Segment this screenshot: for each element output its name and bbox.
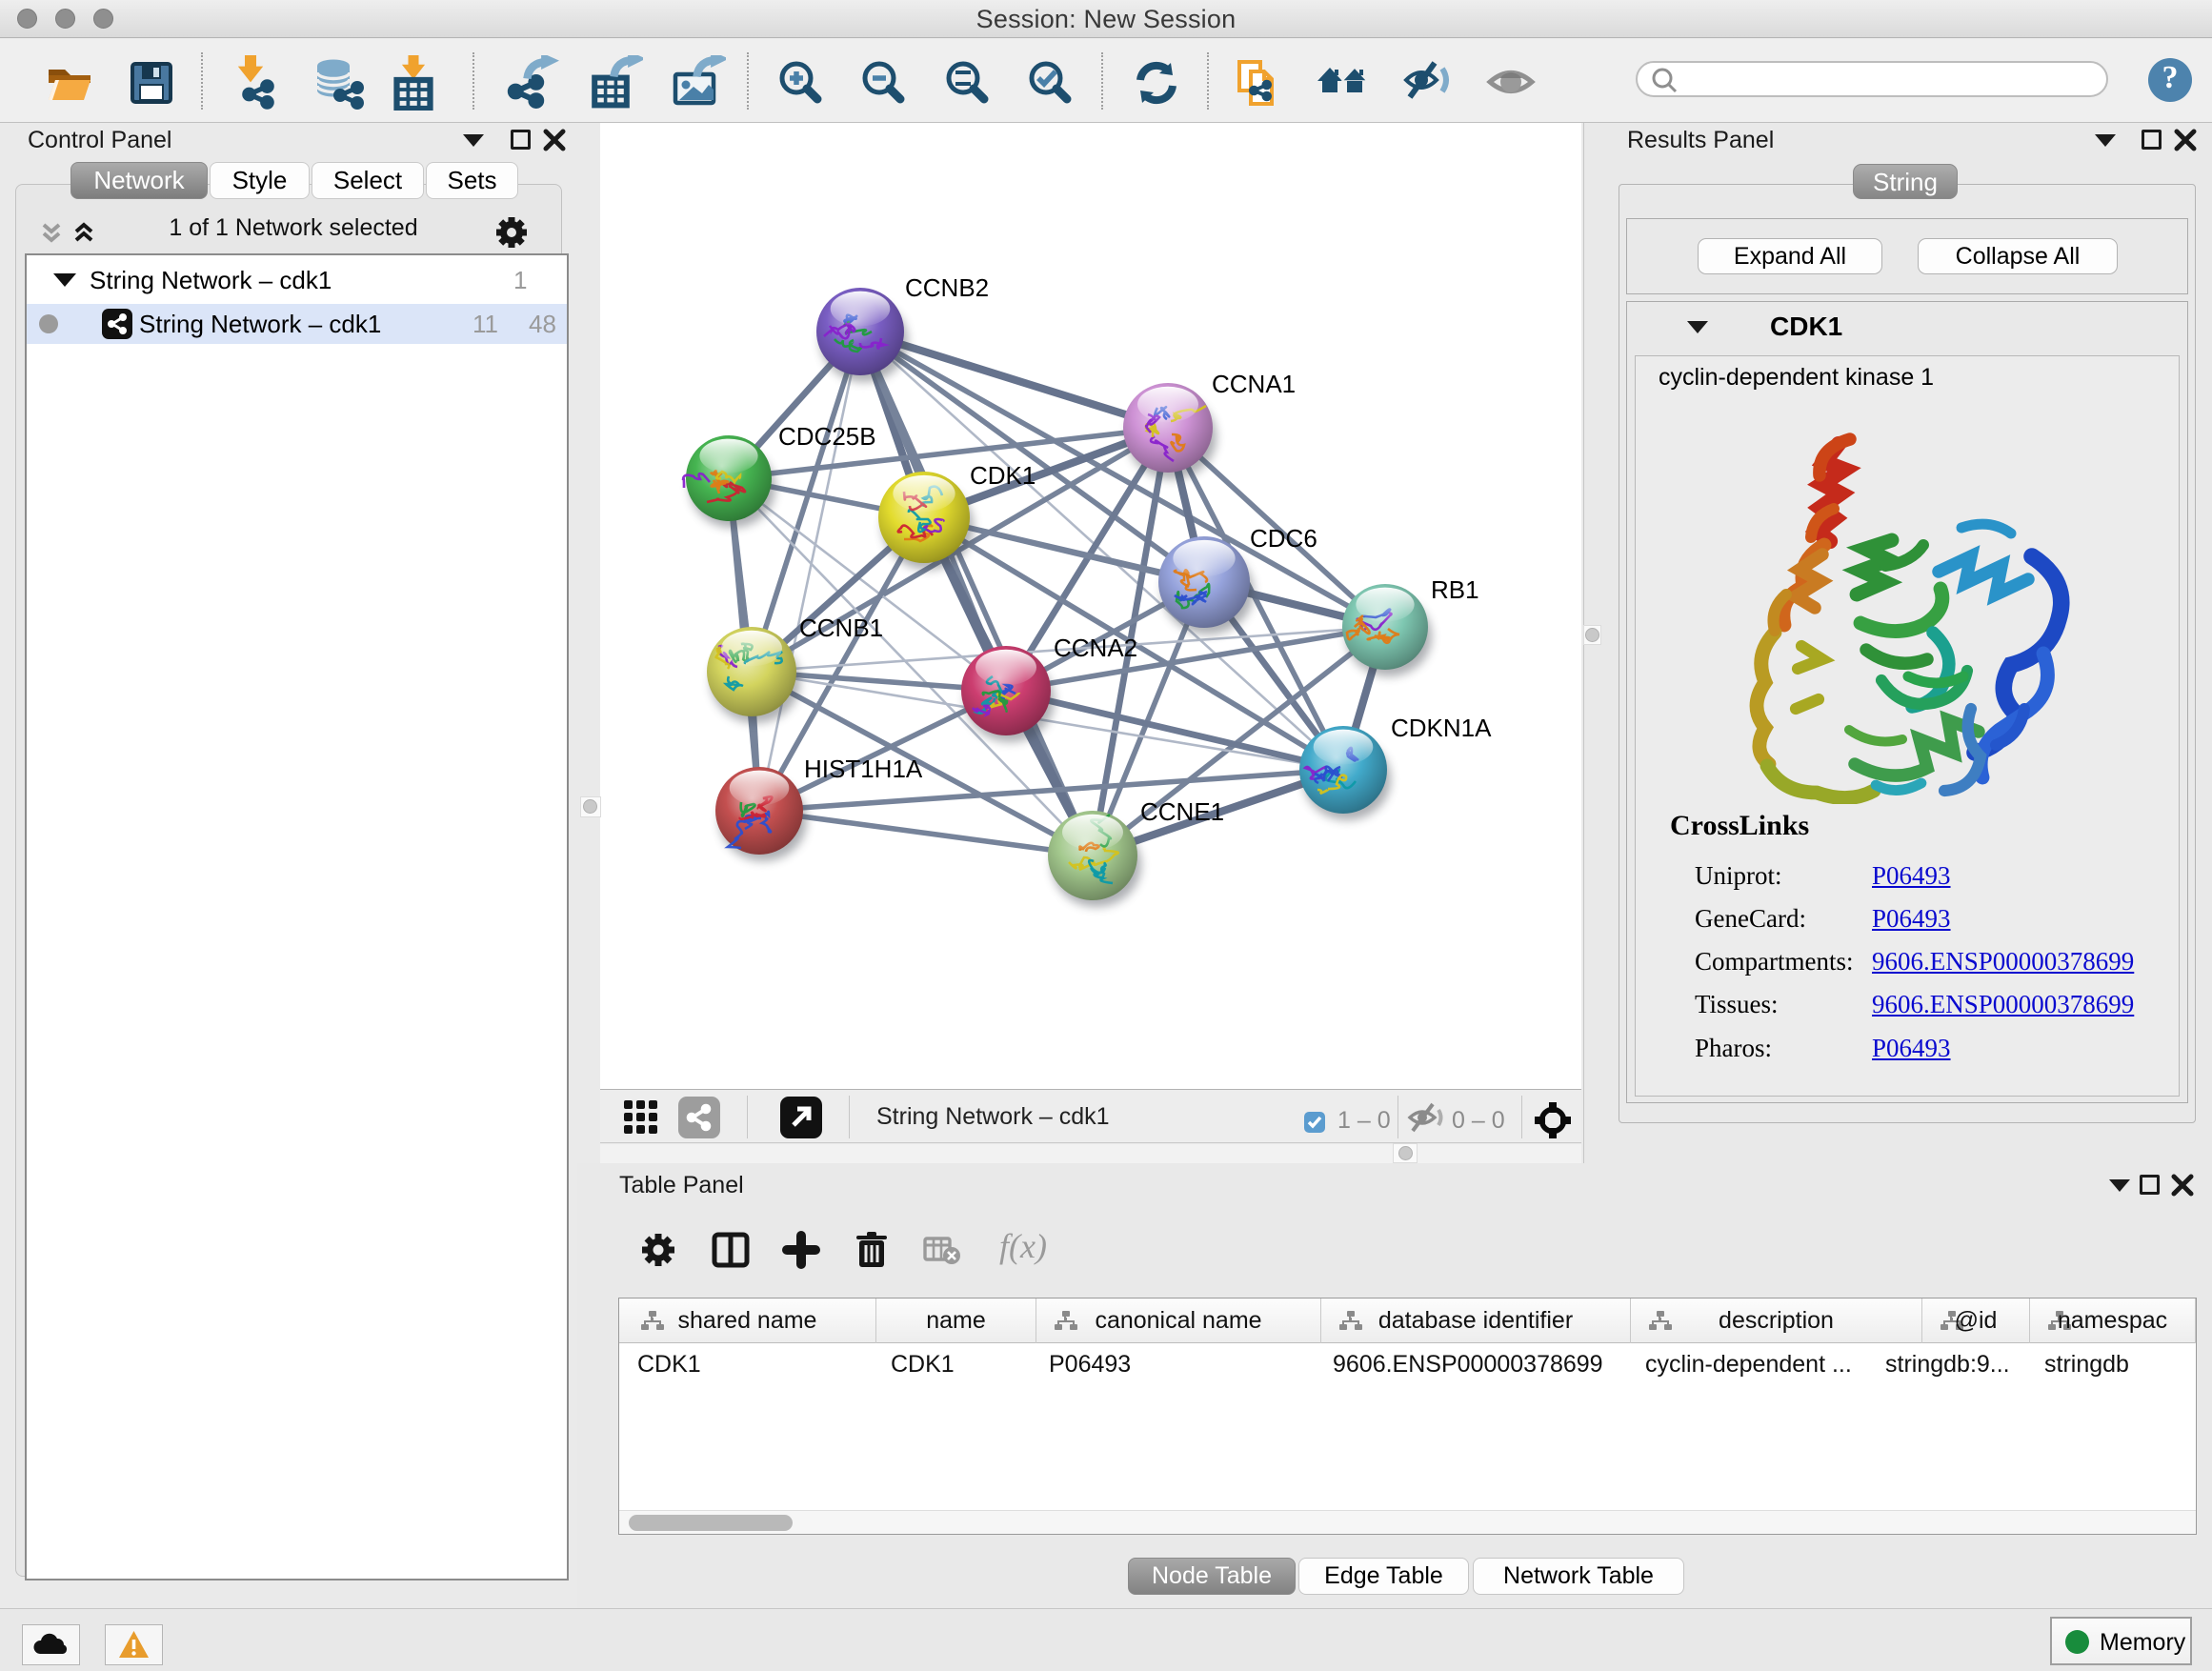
svg-text:CDKN1A: CDKN1A — [1391, 714, 1492, 742]
svg-text:CCNB2: CCNB2 — [905, 273, 989, 302]
svg-text:CCNA2: CCNA2 — [1054, 634, 1137, 662]
svg-text:RB1: RB1 — [1431, 575, 1479, 604]
svg-text:CCNE1: CCNE1 — [1140, 797, 1224, 826]
svg-text:CDC25B: CDC25B — [778, 422, 876, 451]
svg-text:HIST1H1A: HIST1H1A — [804, 755, 923, 783]
svg-text:CCNB1: CCNB1 — [799, 614, 883, 642]
svg-text:CDC6: CDC6 — [1250, 524, 1317, 553]
svg-text:CDK1: CDK1 — [970, 461, 1036, 490]
svg-text:CCNA1: CCNA1 — [1212, 370, 1296, 398]
